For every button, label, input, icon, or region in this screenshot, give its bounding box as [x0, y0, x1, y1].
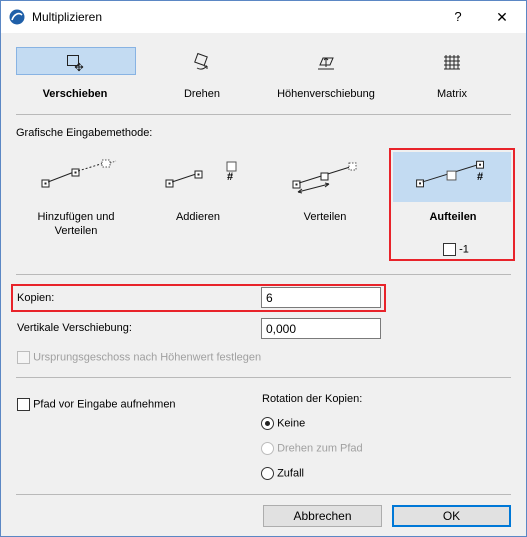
minus-one-checkbox[interactable]: -1: [443, 243, 469, 256]
rotation-title: Rotation der Kopien:: [262, 393, 363, 405]
window-title: Multiplizieren: [32, 10, 103, 24]
copies-input[interactable]: 6: [261, 287, 381, 308]
tab-label: Drehen: [183, 88, 221, 100]
archicad-app-icon: [9, 9, 25, 25]
method-label: Hinzufügen und Verteilen: [37, 211, 115, 237]
origin-story-checkbox[interactable]: Ursprungsgeschoss nach Höhenwert festleg…: [17, 351, 261, 364]
checkbox[interactable]: [17, 398, 30, 411]
elevate-icon: [318, 57, 334, 70]
vertical-offset-label: Vertikale Verschiebung:: [17, 322, 132, 334]
method-label: Verteilen: [303, 211, 347, 223]
radio-label: Drehen zum Pfad: [277, 442, 363, 455]
radio-keine[interactable]: Keine: [261, 417, 305, 430]
checkbox[interactable]: [443, 243, 456, 256]
method-label: Addieren: [175, 211, 221, 223]
radio-label: Keine: [277, 417, 306, 430]
title-bar: Multiplizieren ? ✕: [1, 1, 526, 33]
tab-label: Höhenverschiebung: [277, 88, 375, 100]
tab-verschieben[interactable]: Verschieben: [16, 47, 136, 107]
separator: [16, 494, 511, 495]
vertical-offset-input[interactable]: 0,000: [261, 318, 381, 339]
origin-story-label: Ursprungsgeschoss nach Höhenwert festleg…: [33, 351, 262, 364]
record-path-checkbox[interactable]: Pfad vor Eingabe aufnehmen: [17, 398, 176, 411]
rotate-icon: [194, 52, 208, 70]
close-button[interactable]: ✕: [488, 5, 516, 29]
cancel-button[interactable]: Abbrechen: [263, 505, 382, 527]
matrix-icon: [444, 55, 460, 70]
radio-button[interactable]: [261, 467, 274, 480]
checkbox[interactable]: [17, 351, 30, 364]
radio-label: Zufall: [277, 467, 304, 480]
move-icon: [67, 55, 84, 72]
separator: [16, 377, 511, 378]
tab-drehen[interactable]: Drehen: [143, 47, 261, 107]
radio-drehen-zum-pfad[interactable]: Drehen zum Pfad: [261, 442, 363, 455]
copies-label: Kopien:: [17, 292, 55, 304]
help-button[interactable]: ?: [444, 5, 472, 29]
ok-button[interactable]: OK: [392, 505, 511, 527]
tab-label: Matrix: [437, 88, 467, 100]
radio-button[interactable]: [261, 442, 274, 455]
tab-matrix[interactable]: Matrix: [393, 47, 511, 107]
add-and-distribute-icon: [41, 159, 117, 188]
radio-button[interactable]: [261, 417, 274, 430]
separator: [16, 274, 511, 275]
separator: [16, 114, 511, 115]
record-path-label: Pfad vor Eingabe aufnehmen: [33, 398, 176, 411]
dialog-window: Multiplizieren ? ✕ Verschieben Drehen Hö…: [0, 0, 527, 537]
distribute-icon: [292, 162, 357, 194]
add-icon: [165, 161, 237, 188]
count-symbol: #: [227, 171, 234, 183]
radio-zufall[interactable]: Zufall: [261, 467, 304, 480]
tab-hoehenverschiebung[interactable]: Höhenverschiebung: [267, 47, 385, 107]
input-method-title: Grafische Eingabemethode:: [16, 127, 153, 139]
minus-one-label: -1: [459, 243, 469, 256]
tab-label: Verschieben: [42, 88, 108, 100]
